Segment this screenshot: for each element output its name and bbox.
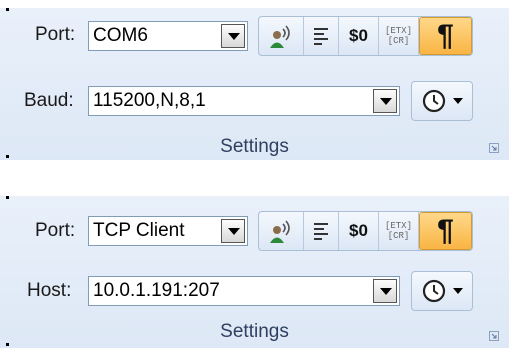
port-dropdown[interactable]: TCP Client [88, 216, 248, 246]
port-label: Port: [35, 220, 76, 241]
host-dropdown[interactable]: 10.0.1.191:207 [88, 276, 400, 306]
pilcrow-icon: ¶ [437, 214, 454, 247]
etx-cr-button[interactable]: [ETX] [CR] [379, 212, 419, 250]
align-button[interactable] [304, 212, 339, 250]
port-value: COM6 [93, 25, 148, 46]
null-char-button[interactable]: $0 [339, 212, 379, 250]
host-value: 10.0.1.191:207 [93, 280, 220, 301]
group-label-settings: Settings [220, 321, 289, 342]
null-char-label: $0 [349, 26, 368, 45]
timestamp-button[interactable] [411, 81, 473, 121]
port-value: TCP Client [93, 220, 185, 241]
host-label: Host: [27, 280, 72, 301]
host-dropdown-arrow[interactable] [373, 279, 397, 303]
align-button[interactable] [304, 17, 339, 55]
transmit-button[interactable] [259, 212, 304, 250]
clock-icon [422, 279, 446, 303]
null-char-button[interactable]: $0 [339, 17, 379, 55]
group-label-settings: Settings [220, 136, 289, 157]
port-dropdown[interactable]: COM6 [88, 21, 248, 51]
transmit-icon [270, 25, 290, 48]
transmit-button[interactable] [259, 17, 304, 55]
pilcrow-icon: ¶ [437, 19, 454, 52]
corner-mark [6, 343, 9, 346]
etx-cr-icon: [ETX] [CR] [385, 221, 412, 241]
align-left-icon [314, 223, 328, 240]
null-char-label: $0 [349, 221, 368, 240]
baud-dropdown-arrow[interactable] [373, 89, 397, 113]
port-dropdown-arrow[interactable] [221, 24, 245, 48]
corner-mark [6, 8, 9, 11]
baud-value: 115200,N,8,1 [93, 90, 206, 111]
format-button-group: $0 [ETX] [CR] ¶ [258, 211, 473, 251]
format-button-group: $0 [ETX] [CR] ¶ [258, 16, 473, 56]
port-label: Port: [35, 24, 76, 45]
baud-label: Baud: [24, 90, 74, 111]
timestamp-button[interactable] [411, 271, 473, 311]
corner-mark [6, 155, 9, 158]
pilcrow-button[interactable]: ¶ [419, 212, 472, 250]
cr-text: [CR] [387, 36, 410, 46]
etx-text: [ETX] [384, 26, 412, 36]
cr-text: [CR] [387, 231, 410, 241]
chevron-down-icon [453, 288, 463, 294]
baud-dropdown[interactable]: 115200,N,8,1 [88, 86, 400, 116]
dialog-launcher-icon[interactable] [489, 331, 499, 341]
etx-cr-button[interactable]: [ETX] [CR] [379, 17, 419, 55]
port-dropdown-arrow[interactable] [221, 219, 245, 243]
pilcrow-button[interactable]: ¶ [419, 17, 472, 55]
settings-panel-tcp: Port: TCP Client $0 [ETX] [CR] ¶ Host: 1… [0, 196, 509, 348]
settings-panel-serial: Port: COM6 $0 [ETX] [CR] ¶ Baud: 115200,… [0, 8, 509, 160]
etx-text: [ETX] [384, 221, 412, 231]
dialog-launcher-icon[interactable] [489, 143, 499, 153]
align-left-icon [314, 28, 328, 45]
etx-cr-icon: [ETX] [CR] [385, 26, 412, 46]
clock-icon [422, 89, 446, 113]
corner-mark [6, 196, 9, 199]
chevron-down-icon [453, 98, 463, 104]
transmit-icon [270, 220, 290, 243]
